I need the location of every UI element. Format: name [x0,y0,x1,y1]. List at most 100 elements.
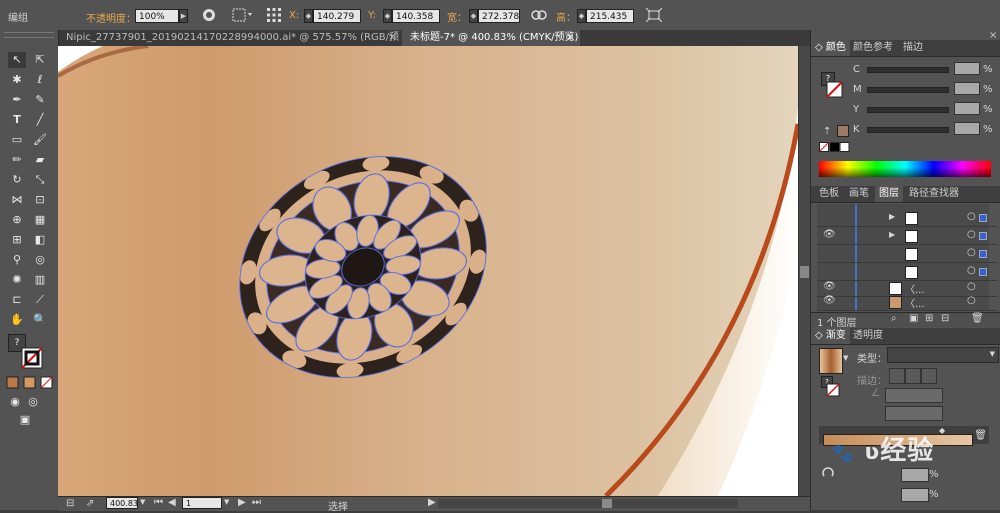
panel-grip[interactable] [4,32,54,38]
eye-visibility-icon[interactable]: 👁 [823,229,836,240]
selection-tool-icon[interactable]: ↖ [8,52,26,68]
zoom-input[interactable]: 400.83 [106,497,138,509]
eye-visibility-icon[interactable]: 👁 [823,295,836,306]
zoom-dropdown-icon[interactable]: ▼ [140,498,145,506]
k-value-input[interactable] [954,122,980,135]
layer-row[interactable]: 👁 〈... ○ [817,294,997,311]
reference-point-icon[interactable] [266,7,282,23]
close-icon[interactable]: × [989,30,997,41]
layer-row[interactable]: ○ [817,264,997,281]
recolor-icon[interactable] [202,8,216,22]
rectangle-tool-icon[interactable]: ▭ [8,132,26,148]
gradient-preview-dropdown[interactable]: ▼ [843,354,848,362]
transform-icon[interactable] [646,8,662,22]
width-stepper[interactable]: ◆ [469,9,478,23]
tab-brushes[interactable]: 画笔 [845,186,873,202]
x-input[interactable]: 140.279 [313,9,361,23]
fill-stroke-swatch-icon[interactable] [825,382,841,398]
next-page-icon[interactable]: ▶ [238,497,246,508]
expand-arrow-icon[interactable]: ▶ [889,212,895,221]
color-mode-buttons[interactable] [6,376,56,390]
c-slider[interactable] [867,67,949,73]
scroll-thumb[interactable] [800,266,809,278]
color-spectrum-bar[interactable] [819,161,991,177]
delete-stop-icon[interactable]: 🗑 [974,430,987,441]
align-options-icon[interactable] [232,8,254,22]
opacity-input[interactable]: 100% [135,9,179,23]
pencil-tool-icon[interactable]: ✏ [8,152,26,168]
tab-nipic-document[interactable]: Nipic_27737901_20190214170228994000.ai* … [58,30,400,46]
close-icon[interactable]: × [566,32,574,43]
gradient-midpoint-icon[interactable]: ◆ [939,426,945,435]
height-stepper[interactable]: ◆ [577,9,586,23]
artboard-nav-icon[interactable]: ⊟ [66,498,74,509]
layer-row[interactable]: ▶ ○ [817,210,997,227]
opacity-value-input[interactable] [901,468,929,482]
horizontal-scrollbar[interactable] [438,499,738,508]
selection-square-icon[interactable] [979,250,987,258]
tab-pathfinder[interactable]: 路径查找器 [905,186,963,202]
k-slider[interactable] [867,127,949,133]
first-page-icon[interactable]: ⏮ [154,497,163,508]
gradient-preview-swatch[interactable] [819,348,843,374]
tab-color-guide[interactable]: 颜色参考 [849,40,897,56]
artboard-canvas[interactable] [58,46,798,496]
tab-untitled-7[interactable]: 未标题-7* @ 400.83% (CMYK/预览) [402,30,580,46]
paintbrush-tool-icon[interactable]: 🖌 [31,132,49,148]
height-input[interactable]: 215.435 [586,9,634,23]
scroll-thumb[interactable] [602,499,612,508]
pen-tool-icon[interactable]: ✒ [8,92,26,108]
prev-page-icon[interactable]: ◀ [168,497,176,508]
fill-stroke-swatch-icon[interactable] [825,80,845,100]
share-icon[interactable]: ⇗ [86,498,94,509]
line-tool-icon[interactable]: ╱ [31,112,49,128]
expand-arrow-icon[interactable]: ▶ [889,230,895,239]
screen-mode-icon[interactable]: ▣ [16,412,34,428]
eye-visibility-icon[interactable]: 👁 [823,281,836,292]
hand-tool-icon[interactable]: ✋ [8,312,26,328]
y-input[interactable]: 140.358 [392,9,440,23]
column-graph-tool-icon[interactable]: ▥ [31,272,49,288]
eraser-tool-icon[interactable]: ▰ [31,152,49,168]
target-circle-icon[interactable]: ○ [967,229,976,240]
gradient-tool-icon[interactable]: ◧ [31,232,49,248]
locate-object-icon[interactable]: ⌕ [891,313,897,324]
lasso-tool-icon[interactable]: ℓ [31,72,49,88]
target-circle-icon[interactable]: ○ [967,281,976,292]
width-input[interactable]: 272.378 [478,9,520,23]
tab-layers[interactable]: 图层 [875,186,903,202]
tab-stroke[interactable]: 描边 [899,40,927,56]
gradient-stroke-buttons[interactable] [889,368,937,384]
constrain-proportions-icon[interactable] [531,8,547,22]
gradient-angle-input[interactable] [885,388,943,403]
gradient-aspect-input[interactable] [885,406,943,421]
draw-normal-icon[interactable]: ◉ [6,394,24,410]
selection-square-icon[interactable] [979,268,987,276]
artboard-tool-icon[interactable]: ⊏ [8,292,26,308]
tab-gradient[interactable]: ◇ 渐变 [811,328,850,344]
free-transform-tool-icon[interactable]: ⊡ [31,192,49,208]
blend-tool-icon[interactable]: ◎ [31,252,49,268]
y-value-input[interactable] [954,102,980,115]
x-stepper[interactable]: ◆ [304,9,313,23]
tab-swatches[interactable]: 色板 [815,186,843,202]
layer-row[interactable]: 👁 ▶ ○ [817,228,997,245]
perspective-grid-tool-icon[interactable]: ▦ [31,212,49,228]
target-circle-icon[interactable]: ○ [967,211,976,222]
none-black-white-swatches[interactable] [819,142,851,154]
make-clipping-mask-icon[interactable]: ▣ [909,313,918,324]
tab-color[interactable]: ◇ 颜色 [811,40,850,56]
location-value-input[interactable] [901,488,929,502]
rotate-tool-icon[interactable]: ↻ [8,172,26,188]
page-input[interactable]: 1 [182,497,222,509]
c-value-input[interactable] [954,62,980,75]
shape-builder-tool-icon[interactable]: ⊕ [8,212,26,228]
new-sublayer-icon[interactable]: ⊞ [925,313,933,324]
out-of-gamut-warning-icon[interactable]: ⇡ [823,126,831,137]
symbol-sprayer-tool-icon[interactable]: ✺ [8,272,26,288]
page-dropdown-icon[interactable]: ▼ [224,498,229,506]
last-color-swatch[interactable] [837,125,849,137]
curvature-tool-icon[interactable]: ✎ [31,92,49,108]
opacity-dropdown-button[interactable]: ▶ [179,9,188,23]
delete-layer-icon[interactable]: 🗑 [971,313,984,324]
